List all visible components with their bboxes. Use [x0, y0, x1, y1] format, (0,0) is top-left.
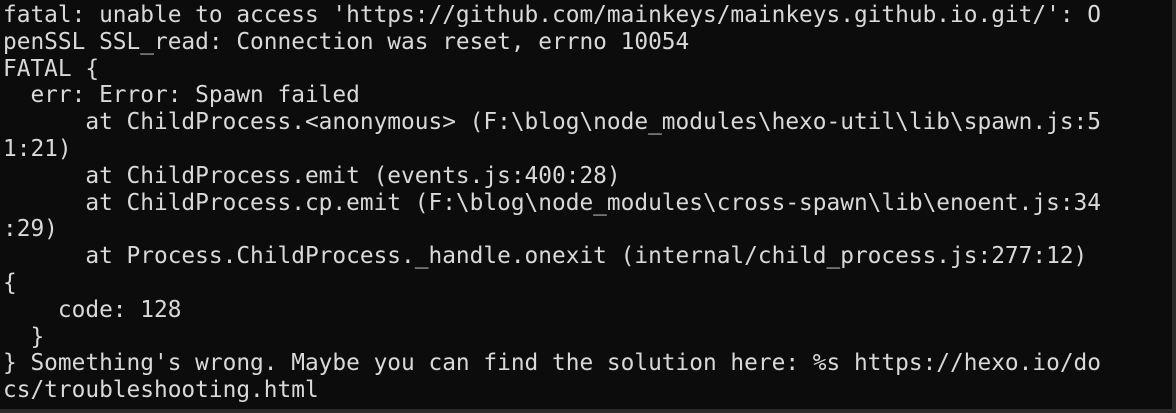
- terminal-line: }: [3, 323, 45, 350]
- terminal-line: err: Error: Spawn failed: [3, 82, 360, 109]
- terminal-line: at ChildProcess.emit (events.js:400:28): [3, 162, 621, 189]
- terminal-line: at ChildProcess.cp.emit (F:\blog\node_mo…: [3, 189, 1101, 216]
- terminal-line: at Process.ChildProcess._handle.onexit (…: [3, 243, 1088, 270]
- terminal-line: at ChildProcess.<anonymous> (F:\blog\nod…: [3, 109, 1101, 136]
- terminal-window[interactable]: fatal: unable to access 'https://github.…: [0, 0, 1176, 413]
- terminal-line: } Something's wrong. Maybe you can find …: [3, 350, 1101, 377]
- terminal-line: {: [3, 269, 17, 296]
- terminal-line: cs/troubleshooting.html: [3, 377, 319, 404]
- terminal-line: code: 128: [3, 296, 182, 323]
- terminal-line: fatal: unable to access 'https://github.…: [3, 2, 1101, 28]
- terminal-line: penSSL SSL_read: Connection was reset, e…: [3, 28, 690, 55]
- terminal-line: :29): [3, 216, 58, 243]
- terminal-output: fatal: unable to access 'https://github.…: [3, 2, 1101, 404]
- terminal-line: 1:21): [3, 135, 72, 162]
- terminal-line: FATAL {: [3, 55, 100, 82]
